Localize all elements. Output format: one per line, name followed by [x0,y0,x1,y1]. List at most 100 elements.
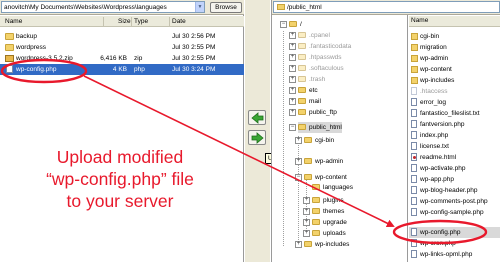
collapse-toggle[interactable]: − [295,174,302,181]
remote-file-row[interactable]: fantastico_fileslist.txt [409,108,500,119]
remote-file-row[interactable]: cgi-bin [409,31,500,42]
remote-path-input[interactable]: /public_html [273,1,500,13]
folder-icon [298,65,306,71]
expand-toggle[interactable]: + [295,158,302,165]
arrow-right-icon [251,132,264,144]
arrow-left-icon [251,112,264,124]
expand-toggle[interactable]: + [289,65,296,72]
tree-item[interactable]: wp-includes [304,239,349,250]
folder-icon [298,87,306,93]
expand-toggle[interactable]: + [289,32,296,39]
tree-item[interactable]: public_ftp [298,107,337,118]
remote-file-row[interactable]: license.txt [409,141,500,152]
local-file-pane: anovitch\My Documents\Websites\Wordpress… [0,0,244,262]
remote-file-row-selected[interactable]: wp-config.php [409,227,500,238]
expand-toggle[interactable]: + [295,241,302,248]
folder-icon [304,241,312,247]
folder-icon [304,137,312,143]
remote-file-row[interactable]: wp-blog-header.php [409,185,500,196]
local-file-row[interactable]: backup Jul 30 2:56 PM [0,31,244,42]
tree-item[interactable]: etc [298,85,318,96]
remote-file-row[interactable]: wp-config-sample.php [409,207,500,218]
expand-toggle[interactable]: + [303,197,310,204]
tree-item[interactable]: .htpasswds [298,52,342,63]
tree-item[interactable]: .softaculous [298,63,344,74]
file-icon [411,131,417,139]
browse-button[interactable]: Browse [210,2,242,13]
remote-folder-tree: /public_html − / + .cpanel + .fantastico… [271,0,500,262]
column-name[interactable]: Name [5,17,22,26]
remote-file-row[interactable]: fantversion.php [409,119,500,130]
tree-item[interactable]: .fantasticodata [298,41,351,52]
upload-button[interactable] [248,130,266,145]
chevron-down-icon[interactable]: ▼ [195,2,204,12]
local-path-input[interactable]: anovitch\My Documents\Websites\Wordpress… [1,1,205,13]
tree-item[interactable]: languages [312,182,353,193]
remote-file-row[interactable]: wp-admin [409,53,500,64]
expand-toggle[interactable]: + [295,137,302,144]
remote-file-row[interactable]: wp-links-opml.php [409,249,500,260]
tree-item[interactable]: wp-admin [304,156,343,167]
remote-file-row[interactable]: .htaccess [409,86,500,97]
remote-column-name[interactable]: Name [409,16,500,27]
remote-file-row[interactable]: error_log [409,97,500,108]
tree-item[interactable]: / [289,19,302,30]
tree-guide-line [283,31,284,246]
folder-icon [5,33,14,40]
expand-toggle[interactable]: + [303,219,310,226]
collapse-toggle[interactable]: − [280,21,287,28]
folder-icon [312,230,320,236]
folder-icon [5,44,14,51]
annotation-line: “wp-config.php” file [46,169,194,189]
collapse-toggle[interactable]: − [289,124,296,131]
tree-item[interactable]: mail [298,96,321,107]
column-date[interactable]: Date [172,17,186,26]
file-icon [411,250,417,258]
folder-icon [304,158,312,164]
file-icon [411,208,417,216]
remote-file-row[interactable]: readme.html [409,152,500,163]
remote-file-row[interactable]: wp-includes [409,75,500,86]
remote-file-row[interactable]: wp-comments-post.php [409,196,500,207]
column-size[interactable]: Size [118,17,131,26]
column-divider[interactable] [103,17,104,26]
remote-file-row[interactable]: index.php [409,130,500,141]
tree-item[interactable]: plugins [312,195,344,206]
remote-file-row[interactable]: wp-app.php [409,174,500,185]
local-file-row-selected[interactable]: wp-config.php 4 KB php Jul 30 3:24 PM [0,64,244,75]
remote-file-row[interactable]: wp-activate.php [409,163,500,174]
column-divider[interactable] [169,17,170,26]
remote-file-row[interactable]: migration [409,42,500,53]
expand-toggle[interactable]: + [303,208,310,215]
tree-item[interactable]: .trash [298,74,325,85]
remote-file-row[interactable]: wp-cron.php [409,238,500,249]
local-file-row[interactable]: wordpress-3.5.2.zip 6,416 KB zip Jul 30 … [0,53,244,64]
local-file-row[interactable]: wordpress Jul 30 2:55 PM [0,42,244,53]
folder-icon [304,174,312,180]
tree-item[interactable]: uploads [312,228,346,239]
tree-item[interactable]: upgrade [312,217,347,228]
transfer-toolbar [245,0,270,262]
folder-icon [312,219,320,225]
remote-file-row[interactable]: wp-content [409,64,500,75]
folder-icon [411,44,418,51]
expand-toggle[interactable]: + [303,230,310,237]
folder-icon [298,43,306,49]
tree-item[interactable]: .cpanel [298,30,330,41]
expand-toggle[interactable]: + [289,98,296,105]
folder-icon [289,21,297,27]
expand-toggle[interactable]: + [289,54,296,61]
tree-item[interactable]: cgi-bin [304,135,334,146]
folder-icon [298,32,306,38]
local-path-text: anovitch\My Documents\Websites\Wordpress… [4,4,167,11]
expand-toggle[interactable]: + [289,76,296,83]
expand-toggle[interactable]: + [289,87,296,94]
tree-item-selected[interactable]: public_html [298,122,342,133]
tree-item[interactable]: themes [312,206,344,217]
column-type[interactable]: Type [134,17,148,26]
folder-icon [312,197,320,203]
expand-toggle[interactable]: + [289,43,296,50]
column-divider[interactable] [131,17,132,26]
download-button[interactable] [248,110,266,125]
expand-toggle[interactable]: + [289,109,296,116]
